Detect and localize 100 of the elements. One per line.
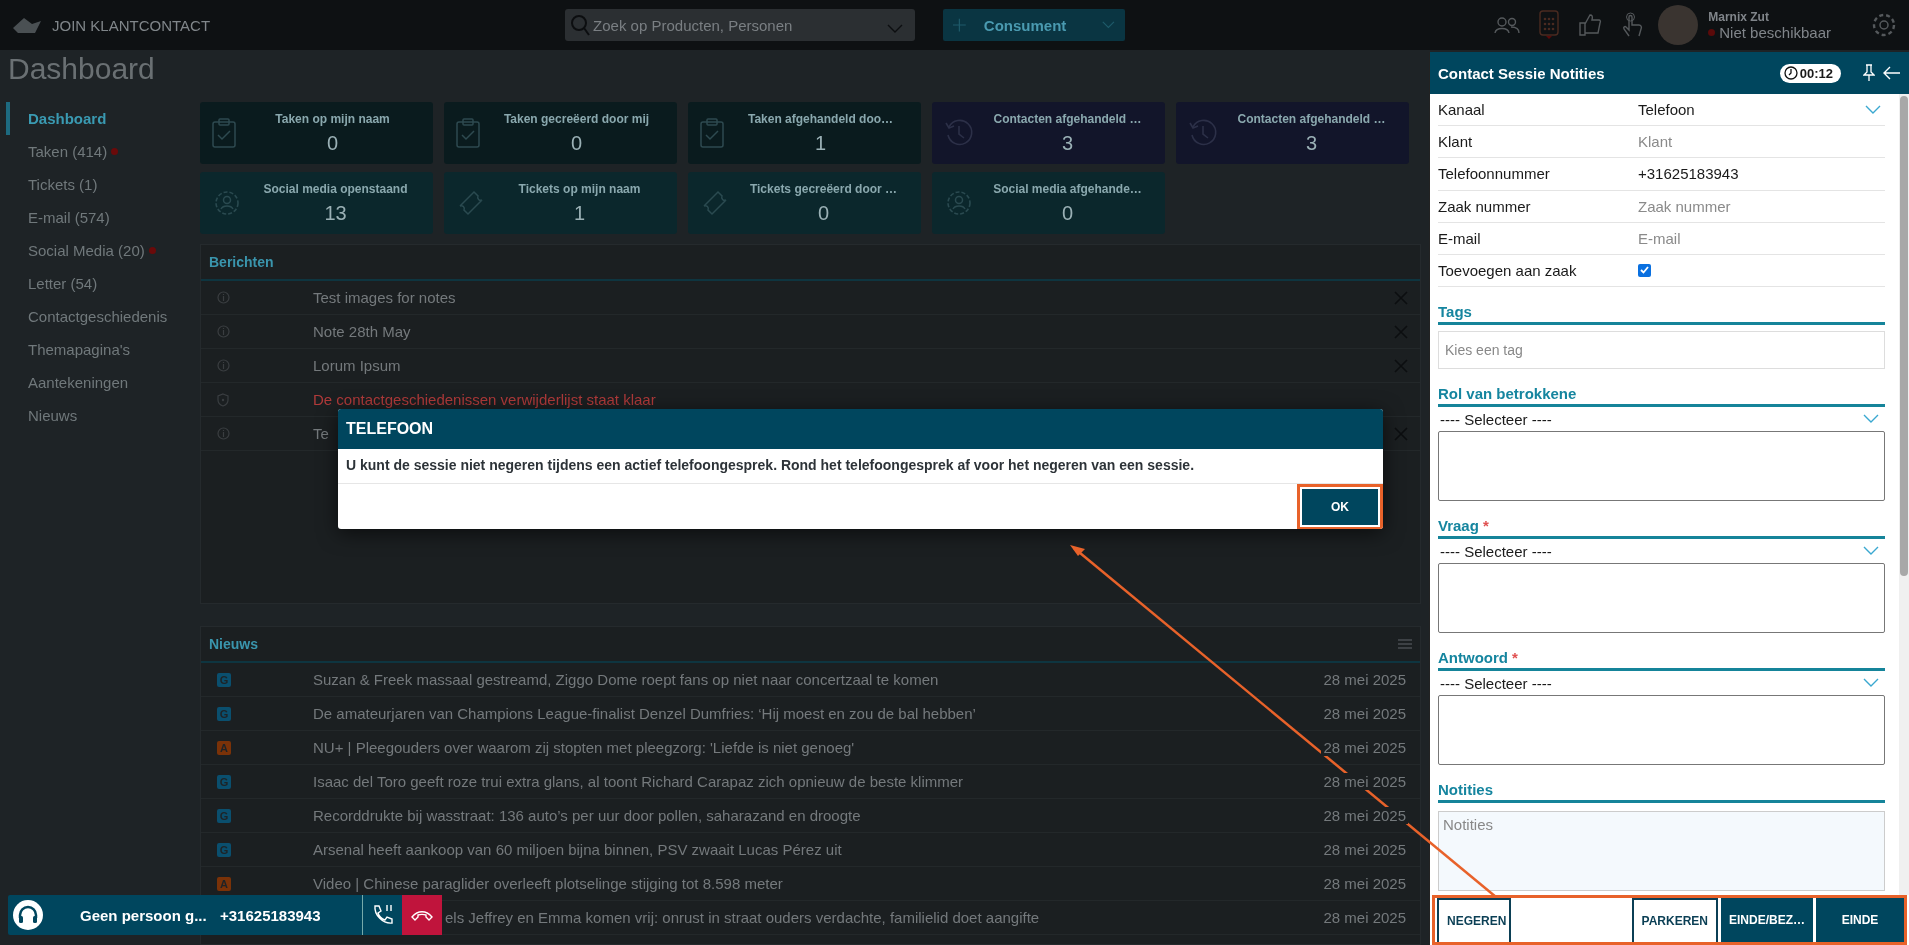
section-title: Antwoord [1438, 649, 1508, 667]
tile-count: 3 [1061, 131, 1074, 155]
tile-count: 0 [1061, 201, 1074, 225]
hand-pointer-icon[interactable] [1620, 12, 1645, 38]
hang-up-button[interactable] [402, 895, 442, 935]
select-field[interactable]: ---- Selecteer ---- [1438, 539, 1885, 564]
clock-history-icon [1188, 118, 1218, 148]
pin-icon[interactable] [1863, 64, 1875, 82]
required-marker: * [1482, 517, 1489, 535]
phone-hangup-icon [410, 908, 434, 922]
sidebar-item[interactable]: Letter (54) [6, 267, 200, 300]
news-headline[interactable]: els Jeffrey en Emma komen vrij: onrust in straat ouders verdachte, familielid doet aangifte [445, 909, 1040, 926]
sidebar-item[interactable]: E-mail (574) [6, 201, 200, 234]
checkbox[interactable] [1638, 263, 1651, 277]
tile-title: Taken op mijn naam [275, 111, 390, 126]
sidebar-item[interactable]: Themapagina's [6, 333, 200, 366]
sidebar-item[interactable]: Taken (414) [6, 135, 200, 168]
stat-tile[interactable]: Taken op mijn naam 0 [200, 102, 433, 164]
new-contact-button[interactable]: Consument [943, 9, 1126, 41]
clock-history-icon [944, 118, 974, 148]
select-field[interactable]: ---- Selecteer ---- [1438, 407, 1885, 432]
menu-icon[interactable] [1398, 639, 1412, 649]
tile-title: Tickets op mijn naam [518, 181, 641, 196]
chevron-down-icon [1865, 104, 1881, 115]
message-text[interactable]: Lorum Ipsum [313, 357, 401, 374]
tile-title: Contacten afgehandeld … [993, 111, 1142, 126]
chevron-down-icon [1863, 414, 1879, 425]
field-label: Toevoegen aan zaak [1438, 261, 1578, 279]
message-text[interactable]: Test images for notes [313, 289, 456, 306]
settings-icon[interactable] [1871, 12, 1897, 38]
news-headline[interactable]: Video | Chinese paraglider overleeft plotselinge stijging tot 8.598 meter [313, 875, 783, 892]
info-icon [217, 359, 230, 372]
text-area[interactable] [1438, 563, 1885, 634]
phone-keypad-icon[interactable] [1538, 10, 1561, 40]
info-icon [217, 325, 230, 338]
news-headline[interactable]: Isaac del Toro geeft roze trui extra glans, al toont Richard Carapaz zich opnieuw de beste klimmer [313, 773, 964, 790]
people-icon[interactable] [1494, 15, 1521, 35]
caller-number: +31625183943 [220, 906, 322, 924]
news-headline[interactable]: De amateurjaren van Champions League-finalist Denzel Dumfries: ‘Hij moest en zou de bal hebben’ [313, 705, 976, 722]
news-headline[interactable]: Arsenal heeft aankoop van 60 miljoen bijna binnen, PSV zwaait Lucas Pérez uit [313, 841, 842, 858]
action-button[interactable]: EINDE [1816, 898, 1904, 942]
sidebar-item[interactable]: Aantekeningen [6, 366, 200, 399]
tag-input[interactable]: Kies een tag [1438, 331, 1885, 370]
tile-count: 13 [324, 201, 347, 225]
text-area[interactable] [1438, 431, 1885, 502]
field-label: Telefoonnummer [1438, 165, 1551, 183]
action-button[interactable]: PARKEREN [1631, 898, 1718, 942]
message-text[interactable]: Te [313, 425, 329, 442]
notes-field[interactable]: Notities [1438, 811, 1885, 892]
search-icon [570, 14, 591, 36]
gear-person-icon [944, 188, 974, 218]
source-badge: G [217, 672, 231, 687]
page-title: Dashboard [7, 51, 156, 87]
stat-tile[interactable]: Social media afgehande… 0 [932, 172, 1165, 234]
text-area[interactable] [1438, 695, 1885, 766]
tile-title: Tickets gecreëerd door … [749, 181, 898, 196]
section-title: Tags [1438, 303, 1472, 321]
news-headline[interactable]: Recorddrukte bij wasstraat: 136 auto’s per uur door pollen, saharazand en droogte [313, 807, 861, 824]
action-button[interactable]: NEGEREN [1437, 898, 1511, 942]
section-title: Vraag [1438, 517, 1479, 535]
section-title: Notities [1438, 781, 1493, 799]
select-field[interactable]: Telefoon [1638, 101, 1885, 119]
stat-tile[interactable]: Contacten afgehandeld … 3 [932, 102, 1165, 164]
panel-title: Nieuws [209, 636, 258, 652]
stat-tile[interactable]: Taken afgehandeld doo… 1 [688, 102, 921, 164]
select-field[interactable]: ---- Selecteer ---- [1438, 671, 1885, 696]
action-button[interactable]: EINDE/BEZ… [1721, 898, 1813, 942]
tile-title: Taken gecreëerd door mij [503, 111, 650, 126]
stat-tile[interactable]: Taken gecreëerd door mij 0 [444, 102, 677, 164]
info-icon [217, 427, 230, 440]
news-date: 28 mei 2025 [1321, 773, 1408, 790]
news-date: 28 mei 2025 [1321, 875, 1408, 892]
ok-button[interactable]: OK [1302, 488, 1378, 525]
sidebar-item[interactable]: Social Media (20) [6, 234, 200, 267]
thumbs-up-icon[interactable] [1578, 13, 1603, 37]
back-arrow-icon[interactable] [1883, 66, 1901, 80]
section-title: Rol van betrokkene [1438, 385, 1577, 403]
scrollbar[interactable] [1899, 94, 1909, 895]
required-marker: * [1512, 649, 1518, 667]
news-headline[interactable]: NU+ | Pleegouders over waarom zij stopten met pleegzorg: 'Liefde is niet genoeg' [313, 739, 855, 756]
stat-tile[interactable]: Tickets gecreëerd door … 0 [688, 172, 921, 234]
stat-tile[interactable]: Contacten afgehandeld … 3 [1176, 102, 1409, 164]
sidebar-item[interactable]: Tickets (1) [6, 168, 200, 201]
search-field[interactable]: Zoek op Producten, Personen [565, 9, 916, 41]
news-date: 28 mei 2025 [1321, 909, 1408, 926]
sidebar-item[interactable]: Contactgeschiedenis [6, 300, 200, 333]
info-icon [217, 291, 230, 304]
stat-tile[interactable]: Social media openstaand 13 [200, 172, 433, 234]
source-badge: G [217, 842, 231, 857]
sidebar-item[interactable]: Nieuws [6, 399, 200, 432]
message-text[interactable]: Note 28th May [313, 323, 411, 340]
message-text[interactable]: De contactgeschiedenissen verwijderlijst staat klaar [313, 391, 656, 408]
stat-tile[interactable]: Tickets op mijn naam 1 [444, 172, 677, 234]
news-date: 28 mei 2025 [1321, 671, 1408, 688]
source-badge: G [217, 774, 231, 789]
avatar[interactable] [1658, 5, 1699, 45]
gear-person-icon [212, 188, 242, 218]
news-date: 28 mei 2025 [1321, 739, 1408, 756]
source-badge: G [217, 808, 231, 823]
news-headline[interactable]: Suzan & Freek massaal gestreamd, Ziggo Dome roept fans op niet naar concertzaal te komen [313, 671, 939, 688]
